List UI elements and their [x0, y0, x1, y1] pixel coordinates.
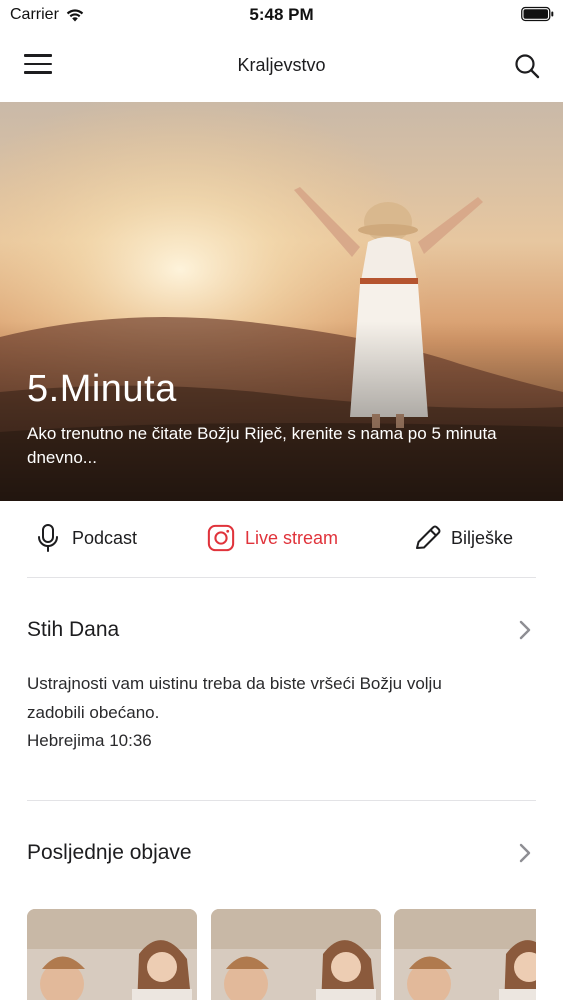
- live-stream-label: Live stream: [245, 527, 339, 548]
- divider: [27, 800, 536, 801]
- latest-posts-title: Posljednje objave: [27, 841, 192, 864]
- search-icon[interactable]: [513, 52, 541, 80]
- status-bar: Carrier 5:48 PM: [0, 0, 563, 30]
- live-stream-button[interactable]: Live stream: [207, 523, 338, 553]
- hero-banner[interactable]: 5.Minuta Ako trenutno ne čitate Božju Ri…: [0, 102, 563, 501]
- battery-icon: [521, 6, 554, 22]
- notes-button[interactable]: Bilješke: [413, 523, 513, 553]
- post-thumbnail: [211, 909, 381, 1000]
- instagram-icon: [207, 524, 235, 552]
- hero-title: 5.Minuta: [27, 368, 177, 410]
- verse-line-1: Ustrajnosti vam uistinu treba da biste v…: [27, 674, 442, 693]
- post-card[interactable]: [27, 909, 197, 1000]
- post-thumbnail: [27, 909, 197, 1000]
- verse-of-day-header[interactable]: Stih Dana: [27, 610, 536, 650]
- quick-actions: Podcast Live stream Bilješke: [0, 501, 563, 577]
- verse-text: Ustrajnosti vam uistinu treba da biste v…: [27, 670, 527, 756]
- status-time: 5:48 PM: [249, 5, 314, 24]
- latest-posts-carousel[interactable]: [27, 909, 536, 1000]
- nav-bar: Kraljevstvo: [0, 30, 563, 102]
- post-card[interactable]: [394, 909, 536, 1000]
- verse-of-day-title: Stih Dana: [27, 618, 120, 641]
- notes-label: Bilješke: [451, 527, 514, 548]
- podcast-button[interactable]: Podcast: [34, 523, 137, 553]
- page-title: Kraljevstvo: [237, 55, 326, 75]
- post-card[interactable]: [211, 909, 381, 1000]
- chevron-right-icon: [519, 620, 531, 640]
- chevron-right-icon: [519, 843, 531, 863]
- post-thumbnail: [394, 909, 536, 1000]
- hero-description: Ako trenutno ne čitate Božju Riječ, kren…: [27, 424, 497, 467]
- divider: [27, 577, 536, 578]
- latest-posts-header[interactable]: Posljednje objave: [27, 833, 536, 873]
- verse-reference: Hebrejima 10:36: [27, 731, 152, 750]
- verse-line-2: zadobili obećano.: [27, 702, 160, 722]
- microphone-icon: [38, 524, 58, 552]
- podcast-label: Podcast: [72, 527, 138, 548]
- pencil-icon: [416, 525, 441, 549]
